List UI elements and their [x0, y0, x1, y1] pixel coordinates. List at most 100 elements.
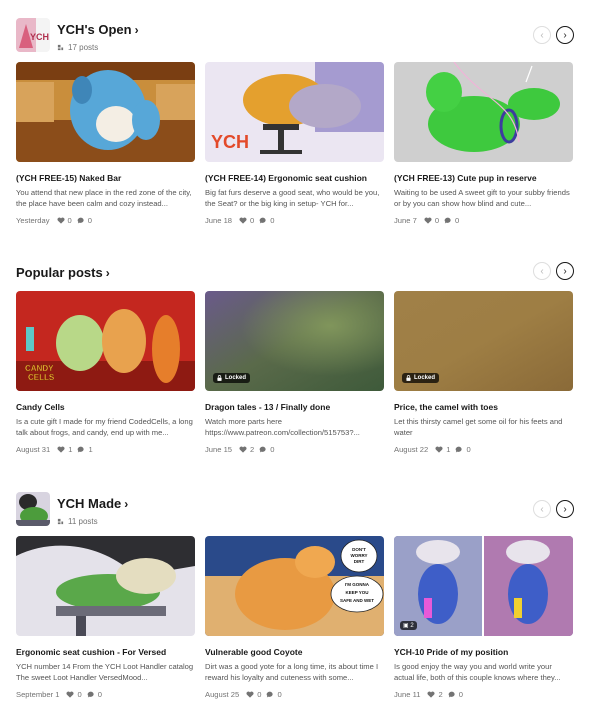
post-card[interactable]: CANDY CELLS Candy Cells Is a cute gift I…	[16, 291, 195, 454]
carousel-prev-button[interactable]: ‹	[533, 262, 551, 280]
carousel-next-button[interactable]: ›	[556, 500, 574, 518]
post-title[interactable]: Ergonomic seat cushion - For Versed	[16, 647, 195, 657]
post-image[interactable]: DON'T WORRY DIRT I'M GONNA KEEP YOU SAFE…	[205, 536, 384, 636]
post-description: YCH number 14 From the YCH Loot Handler …	[16, 662, 194, 682]
posts-icon	[57, 44, 64, 51]
post-title[interactable]: Vulnerable good Coyote	[205, 647, 384, 657]
post-meta: September 1 0 0	[16, 690, 195, 699]
like-count: 0	[257, 690, 262, 699]
post-card[interactable]: ▣ 2 YCH-10 Pride of my position Is good …	[394, 536, 573, 699]
like-count: 2	[250, 445, 255, 454]
post-card[interactable]: Ergonomic seat cushion - For Versed YCH …	[16, 536, 195, 699]
comment-icon	[259, 446, 266, 453]
section-title: YCH Made	[57, 496, 122, 511]
chevron-right-icon: ›	[134, 23, 139, 37]
comment-icon	[444, 217, 451, 224]
heart-icon	[435, 446, 443, 453]
section-popular-posts: Popular posts › ‹ › CANDY CELLS Candy Cel…	[0, 254, 592, 454]
heart-icon	[428, 691, 435, 698]
heart-icon	[239, 217, 247, 224]
lock-icon	[406, 375, 411, 381]
locked-label: Locked	[414, 375, 436, 381]
post-description: Dirt was a good yote for a long time, it…	[205, 662, 379, 682]
post-image[interactable]: Locked	[394, 291, 573, 391]
comment-count: 0	[458, 690, 463, 699]
speech-text: SAFE AND WET	[340, 598, 374, 603]
carousel-prev-button[interactable]: ‹	[533, 500, 551, 518]
post-date: June 18	[205, 216, 233, 225]
post-description: Is good enjoy the way you and world writ…	[394, 662, 561, 682]
post-title[interactable]: (YCH FREE-15) Naked Bar	[16, 173, 195, 183]
comment-count: 0	[455, 216, 460, 225]
section-ych-made: YCH Made › 11 posts ‹ › Ergonomic seat cu…	[0, 492, 592, 699]
section-title: Popular posts	[16, 265, 103, 280]
post-description: Is a cute gift I made for my friend Code…	[16, 417, 193, 437]
post-title[interactable]: (YCH FREE-13) Cute pup in reserve	[394, 173, 573, 183]
locked-badge: Locked	[402, 373, 440, 383]
post-image[interactable]: CANDY CELLS	[16, 291, 195, 391]
post-meta: August 31 1 1	[16, 445, 195, 454]
post-image[interactable]	[394, 62, 573, 162]
post-meta: August 22 1 0	[394, 445, 573, 454]
comment-icon	[267, 691, 274, 698]
post-title[interactable]: YCH-10 Pride of my position	[394, 647, 573, 657]
post-title[interactable]: (YCH FREE-14) Ergonomic seat cushion	[205, 173, 384, 183]
post-card[interactable]: DON'T WORRY DIRT I'M GONNA KEEP YOU SAFE…	[205, 536, 384, 699]
carousel-next-button[interactable]: ›	[556, 262, 574, 280]
post-title[interactable]: Price, the camel with toes	[394, 402, 573, 412]
collection-thumbnail[interactable]	[16, 492, 50, 526]
carousel-next-button[interactable]: ›	[556, 26, 574, 44]
svg-text:YCH: YCH	[211, 132, 249, 152]
post-count-text: 17 posts	[68, 43, 99, 52]
post-image[interactable]: YCH	[205, 62, 384, 162]
image-count: 2	[410, 623, 414, 629]
post-image[interactable]: Locked	[205, 291, 384, 391]
thumb-text: YCH	[30, 32, 49, 42]
image-count-badge: ▣ 2	[400, 621, 417, 630]
comment-count: 0	[97, 690, 102, 699]
section-title-link[interactable]: YCH's Open › 17 posts	[57, 21, 139, 52]
comment-count: 0	[270, 445, 275, 454]
section-title-link[interactable]: Popular posts ›	[16, 264, 110, 282]
image-text-candy: CANDY	[25, 364, 54, 373]
post-card[interactable]: (YCH FREE-13) Cute pup in reserve Waitin…	[394, 62, 573, 225]
post-image[interactable]	[16, 62, 195, 162]
locked-label: Locked	[225, 375, 247, 381]
post-image[interactable]	[16, 536, 195, 636]
section-title-link[interactable]: YCH Made › 11 posts	[57, 495, 128, 526]
post-date: Yesterday	[16, 216, 50, 225]
comment-count: 0	[87, 216, 92, 225]
heart-icon	[239, 446, 247, 453]
carousel-prev-button[interactable]: ‹	[533, 26, 551, 44]
like-count: 0	[250, 216, 255, 225]
comment-icon	[448, 691, 455, 698]
post-description: You attend that new place in the red zon…	[16, 188, 192, 208]
post-count: 11 posts	[57, 517, 128, 526]
section-ychs-open: YCH YCH's Open › 17 posts ‹ › (YCH FREE-…	[0, 18, 592, 225]
collection-thumbnail[interactable]: YCH	[16, 18, 50, 52]
post-description: Watch more parts here https://www.patreo…	[205, 417, 360, 437]
post-date: September 1	[16, 690, 60, 699]
heart-icon	[424, 217, 432, 224]
section-header: YCH YCH's Open › 17 posts ‹ ›	[0, 18, 592, 58]
comment-icon	[456, 446, 463, 453]
post-date: August 31	[16, 445, 51, 454]
post-title[interactable]: Candy Cells	[16, 402, 195, 412]
posts-icon	[57, 518, 64, 525]
post-card[interactable]: YCH (YCH FREE-14) Ergonomic seat cushion…	[205, 62, 384, 225]
post-image[interactable]: ▣ 2	[394, 536, 573, 636]
section-header: Popular posts › ‹ ›	[0, 254, 592, 294]
speech-text: WORRY	[350, 553, 367, 558]
post-meta: June 7 0 0	[394, 216, 573, 225]
post-meta: June 18 0 0	[205, 216, 384, 225]
chevron-right-icon: ›	[105, 266, 110, 280]
post-description: Let this thirsty camel get some oil for …	[394, 417, 563, 437]
post-card[interactable]: (YCH FREE-15) Naked Bar You attend that …	[16, 62, 195, 225]
post-title[interactable]: Dragon tales - 13 / Finally done	[205, 402, 384, 412]
post-description: Waiting to be used A sweet gift to your …	[394, 188, 570, 208]
post-card[interactable]: Locked Dragon tales - 13 / Finally done …	[205, 291, 384, 454]
comment-count: 0	[466, 445, 471, 454]
post-card[interactable]: Locked Price, the camel with toes Let th…	[394, 291, 573, 454]
heart-icon	[246, 691, 254, 698]
comment-icon	[259, 217, 266, 224]
